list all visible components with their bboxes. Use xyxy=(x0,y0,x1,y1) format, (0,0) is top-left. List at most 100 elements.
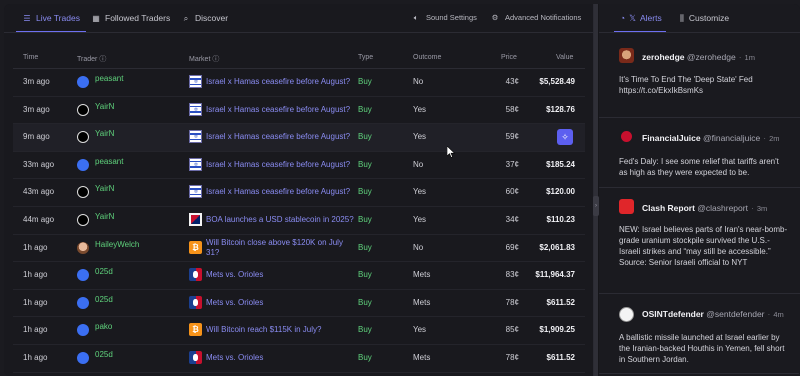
trade-type: Buy xyxy=(358,270,372,280)
tab-followed-traders[interactable]: ▦ Followed Traders xyxy=(91,4,170,32)
post-handle: @clashreport xyxy=(697,203,748,213)
trade-outcome: No xyxy=(413,159,424,169)
market-link[interactable]: Mets vs. Orioles xyxy=(206,262,263,288)
trade-price: 34¢ xyxy=(505,214,519,224)
trader-name[interactable]: HaileyWelch xyxy=(95,232,139,258)
trade-outcome: No xyxy=(413,77,424,86)
market-link[interactable]: Will Bitcoin close above $120K on July 3… xyxy=(206,238,356,258)
tab-alerts[interactable]: ◔ 𝕏 Alerts xyxy=(614,4,666,32)
trade-type: Buy xyxy=(358,297,372,307)
table-row[interactable]: 33m ago peasant ✡ Israel x Hamas ceasefire … xyxy=(13,152,585,180)
israel-flag-icon: ✡ xyxy=(189,185,202,199)
alert-post[interactable]: FinancialJuice @financialjuice · 2m Fed's D… xyxy=(599,117,800,188)
trader-name[interactable]: YairN xyxy=(95,94,114,120)
trade-outcome: Mets xyxy=(413,352,431,362)
trade-price: 78¢ xyxy=(505,352,519,362)
trader-name[interactable]: pako xyxy=(95,314,112,340)
table-row[interactable]: 1h ago 025d Mets vs. Orioles Buy Mets 78¢ $611… xyxy=(13,290,585,318)
market-link[interactable]: BOA launches a USD stablecoin in 2025? xyxy=(206,207,354,233)
trade-outcome: No xyxy=(413,242,424,252)
trader-name[interactable]: peasant xyxy=(95,66,123,92)
panel-splitter[interactable] xyxy=(594,4,598,376)
tab-discover[interactable]: ⌕ Discover xyxy=(181,4,228,32)
post-handle: @financialjuice xyxy=(702,133,761,143)
alert-post[interactable]: OSINTdefender @sentdefender · 4m A ballisti… xyxy=(599,293,800,374)
avatar xyxy=(77,213,89,226)
advanced-notifications-button[interactable]: ⚙ Advanced Notifications xyxy=(490,4,582,32)
trade-price: 85¢ xyxy=(505,325,519,335)
market-link[interactable]: Mets vs. Orioles xyxy=(206,290,263,316)
list-icon: ☰ xyxy=(23,14,31,23)
post-author[interactable]: FinancialJuice @financialjuice · 2m xyxy=(642,133,780,143)
market-link[interactable]: Israel x Hamas ceasefire before August? xyxy=(206,152,350,178)
trader-name[interactable]: peasant xyxy=(95,149,123,175)
avatar xyxy=(77,186,89,199)
alerts-tabbar: ◔ 𝕏 Alerts ⫼ Customize xyxy=(599,4,800,33)
trade-type: Buy xyxy=(358,159,372,169)
trader-name[interactable]: 025d xyxy=(95,287,113,313)
rss-icon: ◔ xyxy=(620,13,626,23)
trades-panel: ☰ Live Trades ▦ Followed Traders ⌕ Discover… xyxy=(4,4,594,376)
table-row[interactable]: 1h ago 025d Mets vs. Orioles Buy Mets 78¢ $611… xyxy=(13,345,585,373)
table-row[interactable]: 3m ago peasant ✡ Israel x Hamas ceasefire b… xyxy=(13,69,585,97)
col-trader: Trader ⓘ xyxy=(77,56,107,63)
post-time: 1m xyxy=(744,53,755,62)
trade-price: 69¢ xyxy=(505,242,519,252)
trade-value: $5,528.49 xyxy=(539,77,575,86)
israel-flag-icon: ✡ xyxy=(189,130,202,144)
trade-outcome: Mets xyxy=(413,270,431,280)
trade-type: Buy xyxy=(358,352,372,362)
trade-time: 1h ago xyxy=(23,352,48,362)
trader-name[interactable]: YairN xyxy=(95,204,114,230)
trade-price: 43¢ xyxy=(505,77,519,86)
sound-settings-button[interactable]: 🔈︎ Sound Settings xyxy=(411,4,477,32)
table-row[interactable]: 1h ago pako ₿ Will Bitcoin reach $115K in J… xyxy=(13,317,585,345)
alert-post[interactable]: Clash Report @clashreport · 3m NEW: Israel … xyxy=(599,187,800,294)
market-link[interactable]: Israel x Hamas ceasefire before August? xyxy=(206,69,350,95)
trade-outcome: Mets xyxy=(413,297,431,307)
trade-value: $2,061.83 xyxy=(539,242,575,252)
mlb-logo-icon xyxy=(189,268,202,282)
trader-name[interactable]: 025d xyxy=(95,342,113,368)
trade-time: 1h ago xyxy=(23,297,48,307)
col-value: Value xyxy=(556,54,574,61)
avatar xyxy=(77,131,89,144)
copy-trade-button[interactable]: ✧ xyxy=(557,129,573,146)
search-icon: ⌕ xyxy=(183,14,189,23)
trade-time: 1h ago xyxy=(23,270,48,280)
post-author[interactable]: Clash Report @clashreport · 3m xyxy=(642,203,767,213)
table-row[interactable]: 1h ago HaileyWelch ₿ Will Bitcoin close abo… xyxy=(13,235,585,263)
trade-value: $110.23 xyxy=(546,214,575,224)
trades-table: Time Trader ⓘ Market ⓘ Type Outcome Pric… xyxy=(13,50,585,373)
market-link[interactable]: Israel x Hamas ceasefire before August? xyxy=(206,179,350,205)
bitcoin-icon: ₿ xyxy=(189,323,202,337)
post-author[interactable]: zerohedge @zerohedge · 1m xyxy=(642,52,755,62)
trade-price: 58¢ xyxy=(505,104,519,114)
trade-value: $120.00 xyxy=(546,187,575,197)
market-link[interactable]: Will Bitcoin reach $115K in July? xyxy=(206,317,321,343)
trade-type: Buy xyxy=(358,77,372,86)
tab-customize[interactable]: ⫼ Customize xyxy=(680,4,729,32)
table-row[interactable]: 9m ago YairN ✡ Israel x Hamas ceasefire bef… xyxy=(13,124,585,152)
table-row[interactable]: 43m ago YairN ✡ Israel x Hamas ceasefire be… xyxy=(13,179,585,207)
alert-post[interactable]: zerohedge @zerohedge · 1m It's Time To End … xyxy=(599,34,800,118)
trade-price: 60¢ xyxy=(505,187,519,197)
tab-live-trades[interactable]: ☰ Live Trades xyxy=(16,4,86,32)
trade-outcome: Yes xyxy=(413,325,427,335)
app-window: ☰ Live Trades ▦ Followed Traders ⌕ Discover… xyxy=(4,4,800,376)
market-link[interactable]: Mets vs. Orioles xyxy=(206,345,263,371)
trader-name[interactable]: 025d xyxy=(95,259,113,285)
trader-name[interactable]: YairN xyxy=(95,121,114,147)
speaker-icon: 🔈︎ xyxy=(413,13,419,22)
boa-logo-icon xyxy=(189,212,202,226)
post-handle: @sentdefender xyxy=(706,309,765,319)
table-row[interactable]: 3m ago YairN ✡ Israel x Hamas ceasefire bef… xyxy=(13,97,585,125)
market-link[interactable]: Israel x Hamas ceasefire before August? xyxy=(206,124,350,150)
zerohedge-avatar xyxy=(619,48,634,63)
trader-name[interactable]: YairN xyxy=(95,176,114,202)
table-row[interactable]: 44m ago YairN BOA launches a USD stablecoi… xyxy=(13,207,585,235)
post-author[interactable]: OSINTdefender @sentdefender · 4m xyxy=(642,309,784,319)
market-link[interactable]: Israel x Hamas ceasefire before August? xyxy=(206,97,350,123)
osintdefender-avatar xyxy=(619,307,634,322)
table-row[interactable]: 1h ago 025d Mets vs. Orioles Buy Mets 83¢ $11,… xyxy=(13,262,585,290)
